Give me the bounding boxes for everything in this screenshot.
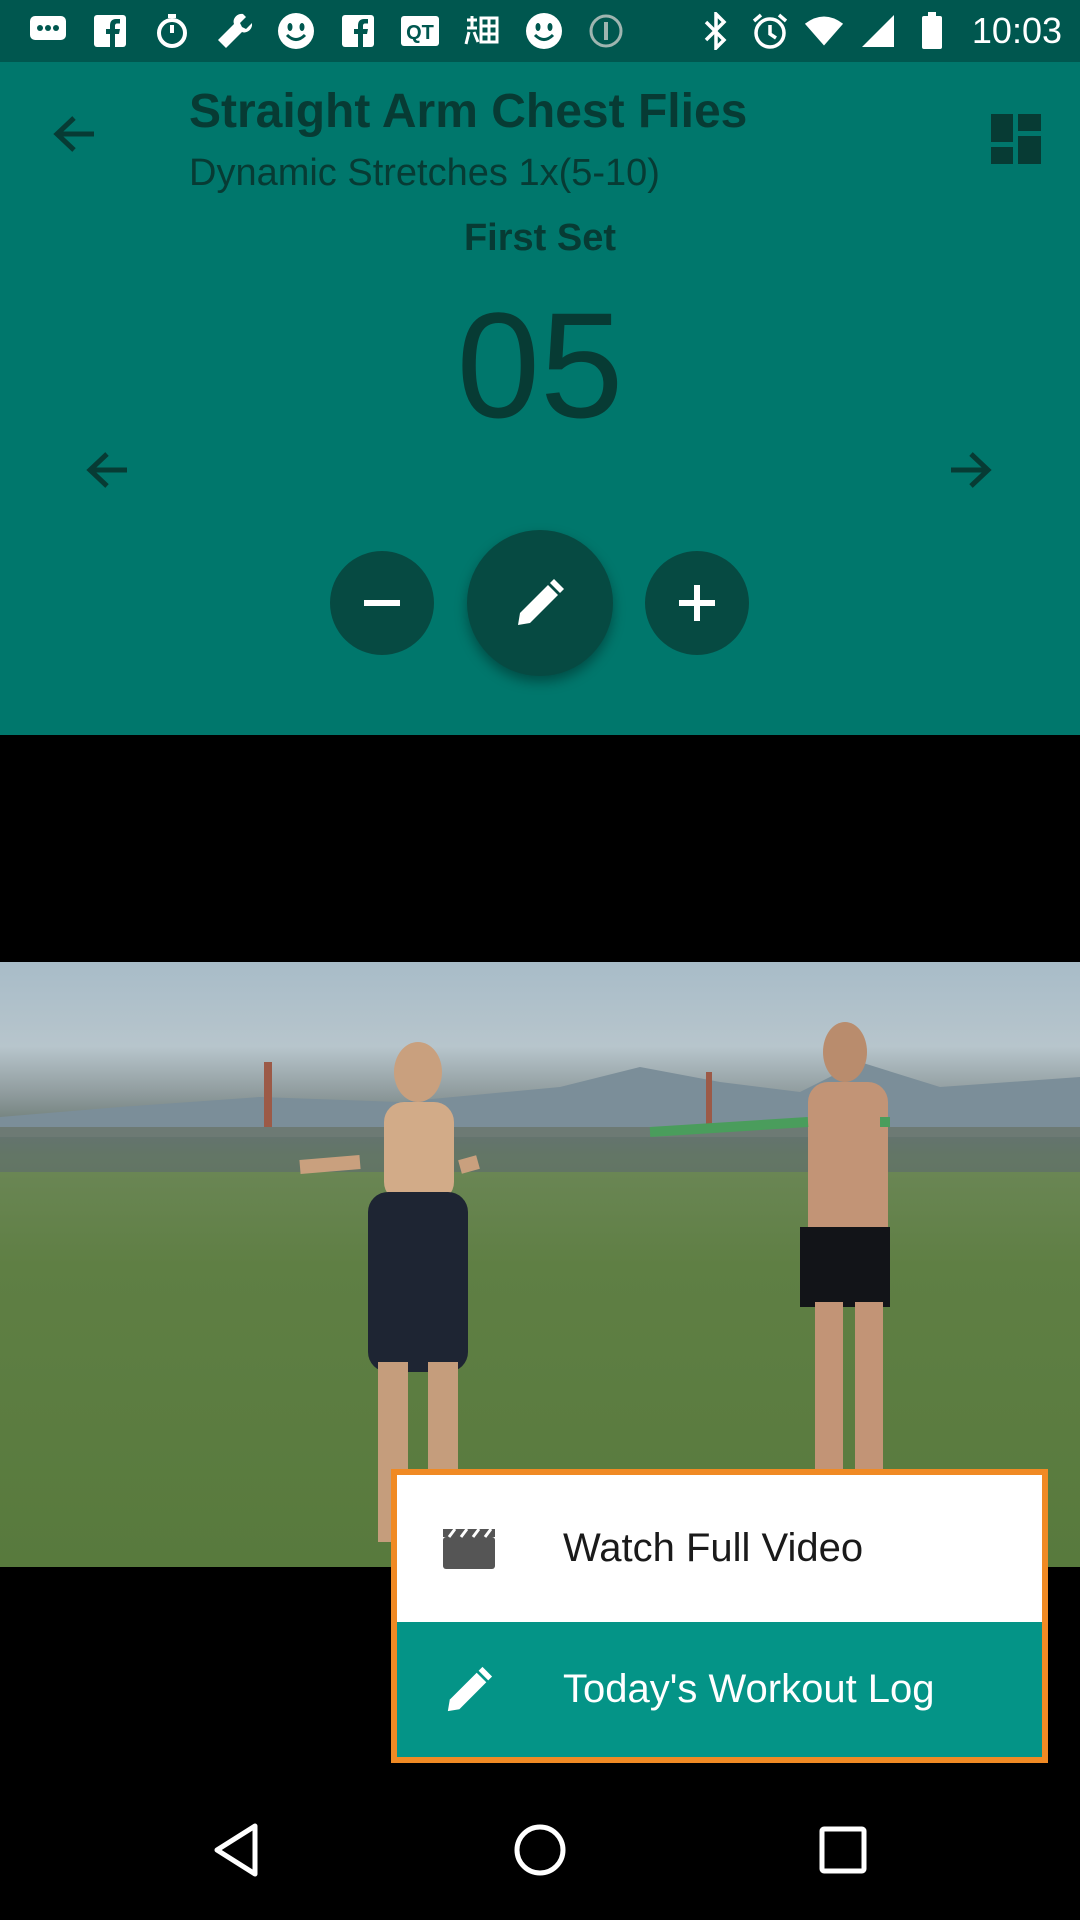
triangle-back-icon [214, 1823, 258, 1877]
next-exercise-button[interactable] [941, 440, 1001, 500]
exercise-subtitle: Dynamic Stretches 1x(5-10) [189, 152, 660, 194]
alarm-icon [750, 11, 790, 51]
battery-icon [912, 11, 952, 51]
watch-full-video-label: Watch Full Video [563, 1526, 864, 1570]
back-nav-button[interactable] [196, 1810, 276, 1890]
previous-exercise-button[interactable] [77, 440, 137, 500]
recents-nav-button[interactable] [803, 1810, 883, 1890]
wifi-icon [804, 11, 844, 51]
qt-icon: QT [400, 11, 440, 51]
plus-icon [679, 585, 715, 621]
todays-workout-log-label: Today's Workout Log [563, 1667, 935, 1711]
increase-reps-button[interactable] [645, 551, 749, 655]
dashboard-button[interactable] [985, 108, 1047, 170]
watch-full-video-item[interactable]: Watch Full Video [397, 1475, 1042, 1622]
taobao-icon [462, 11, 502, 51]
minus-icon [364, 600, 400, 606]
wrench-icon [214, 11, 254, 51]
signal-icon [858, 11, 898, 51]
home-nav-button[interactable] [500, 1810, 580, 1890]
facebook-icon [338, 11, 378, 51]
arrow-right-icon [951, 452, 992, 488]
pencil-icon [518, 579, 564, 625]
coin-icon [586, 11, 626, 51]
pencil-icon [441, 1662, 497, 1718]
dashboard-icon [991, 114, 1041, 164]
facebook-icon [90, 11, 130, 51]
arrow-left-icon [86, 452, 127, 488]
clapperboard-icon [441, 1521, 497, 1577]
set-label: First Set [463, 217, 617, 259]
system-icons: 10:03 [696, 8, 1062, 54]
clock: 10:03 [971, 10, 1062, 51]
svg-text:QT: QT [406, 22, 434, 44]
todays-workout-log-item[interactable]: Today's Workout Log [397, 1622, 1042, 1757]
back-button[interactable] [44, 104, 104, 164]
stopwatch-icon [152, 11, 192, 51]
notification-icons: QT [28, 8, 626, 54]
popup-menu: Watch Full Video Today's Workout Log [391, 1469, 1048, 1763]
rep-count: 05 [456, 281, 624, 449]
decrease-reps-button[interactable] [330, 551, 434, 655]
smiley-icon [276, 11, 316, 51]
exercise-title: Straight Arm Chest Flies [189, 85, 748, 138]
arrow-left-icon [53, 116, 94, 152]
exercise-panel: Straight Arm Chest Flies Dynamic Stretch… [0, 62, 1080, 735]
square-recents-icon [819, 1826, 867, 1874]
message-icon [28, 11, 68, 51]
bluetooth-icon [696, 11, 736, 51]
status-bar: QT 10:03 [0, 0, 1080, 62]
navigation-bar [0, 1780, 1080, 1920]
circle-home-icon [514, 1824, 566, 1876]
edit-reps-button[interactable] [467, 530, 613, 676]
smiley-icon [524, 11, 564, 51]
